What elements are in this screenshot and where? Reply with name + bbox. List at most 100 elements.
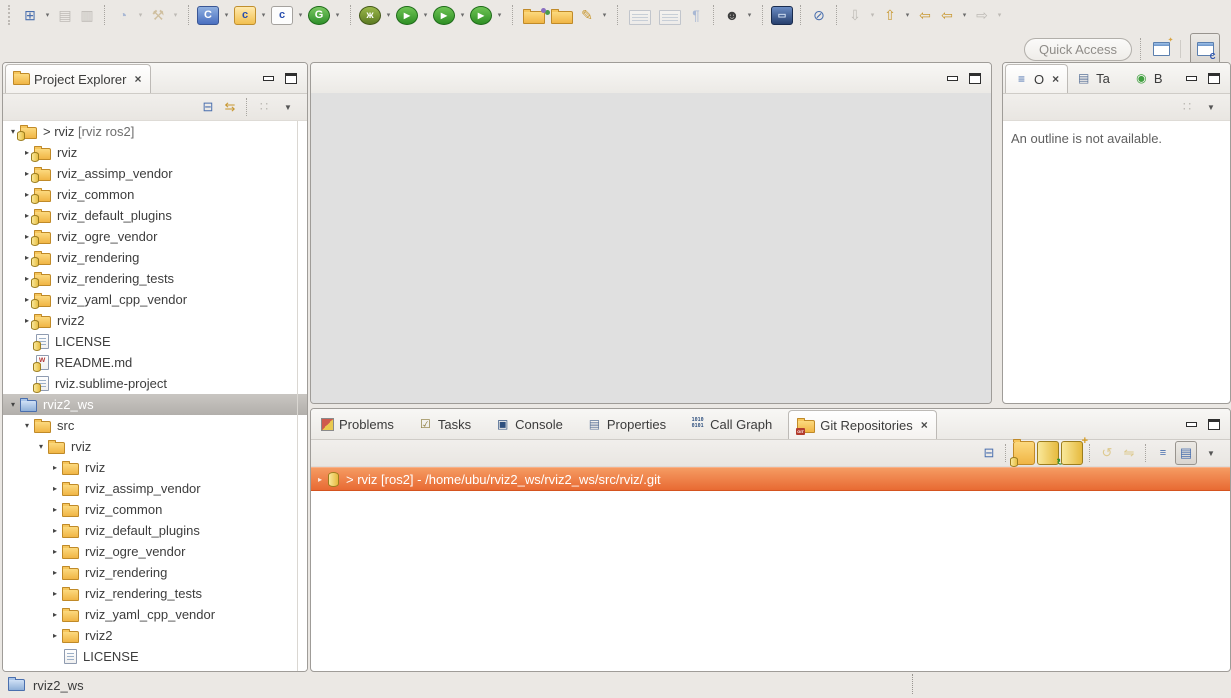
forward-icon[interactable]: ⇨ <box>972 3 992 27</box>
maximize-icon[interactable] <box>1208 73 1220 84</box>
maximize-icon[interactable] <box>285 73 297 84</box>
dropdown-arrow-icon[interactable]: ▾ <box>42 3 53 27</box>
terminal-icon[interactable]: ▭ <box>771 6 793 25</box>
tree-item[interactable]: LICENSE <box>3 646 307 667</box>
open-resource-icon[interactable] <box>551 11 573 24</box>
expander-icon[interactable]: ▸ <box>49 547 61 556</box>
debug-icon[interactable]: ж <box>359 6 381 25</box>
expander-icon[interactable]: ▸ <box>314 475 326 484</box>
next-annotation-icon[interactable]: ⇩ <box>845 3 865 27</box>
dropdown-arrow-icon[interactable]: ▾ <box>258 3 269 27</box>
tree-item[interactable]: ▸ rviz <box>3 142 307 163</box>
tab-breakpoints[interactable]: ◉ B <box>1126 63 1179 93</box>
open-type-icon[interactable] <box>523 11 545 24</box>
view-menu-icon[interactable]: ▼ <box>1199 442 1223 464</box>
tree-item-rviz2-ws[interactable]: ▾ rviz2_ws <box>3 394 307 415</box>
tree-item[interactable]: rviz.sublime-project <box>3 373 307 394</box>
tree-item[interactable]: ▸ rviz <box>3 457 307 478</box>
tree-item[interactable]: ▾ rviz <box>3 436 307 457</box>
tree-item[interactable]: ▾ src <box>3 415 307 436</box>
view-menu-icon[interactable]: ▼ <box>276 96 300 118</box>
scrollbar-track[interactable] <box>297 121 307 672</box>
tree-item[interactable]: ▸ rviz_rendering <box>3 247 307 268</box>
expander-icon[interactable]: ▸ <box>49 526 61 535</box>
dropdown-arrow-icon[interactable]: ▾ <box>170 3 181 27</box>
expander-icon[interactable]: ▸ <box>49 631 61 640</box>
tab-git-repositories[interactable]: Git Repositories × <box>788 410 937 439</box>
maximize-icon[interactable] <box>1208 419 1220 430</box>
dropdown-arrow-icon[interactable]: ▾ <box>902 3 913 27</box>
new-cpp-source-folder-icon[interactable]: c <box>234 6 256 25</box>
quick-access-button[interactable]: Quick Access <box>1024 38 1132 61</box>
dropdown-arrow-icon[interactable]: ▾ <box>420 3 431 27</box>
run-configurations-icon[interactable]: ▶ <box>433 6 455 25</box>
fetch-icon[interactable]: ↺ <box>1097 442 1117 464</box>
tree-item[interactable]: ▸ rviz_default_plugins <box>3 520 307 541</box>
dropdown-arrow-icon[interactable]: ▾ <box>599 3 610 27</box>
tree-item[interactable]: ▸ rviz_yaml_cpp_vendor <box>3 604 307 625</box>
minimize-icon[interactable] <box>1186 420 1196 429</box>
tab-problems[interactable]: Problems <box>313 409 410 439</box>
tab-call-graph[interactable]: 1010 0101 Call Graph <box>682 409 788 439</box>
view-menu-icon[interactable]: ▼ <box>1199 96 1223 118</box>
build-all-icon[interactable]: ⚒ <box>148 3 168 27</box>
expander-icon[interactable]: ▾ <box>21 421 33 430</box>
expander-icon[interactable]: ▸ <box>49 589 61 598</box>
tree-item[interactable]: ▸ rviz2 <box>3 625 307 646</box>
new-wizard-icon[interactable]: ⊞ <box>20 3 40 27</box>
dropdown-arrow-icon[interactable]: ▾ <box>295 3 306 27</box>
git-repository-row[interactable]: ▸ > rviz [ros2] - /home/ubu/rviz2_ws/rvi… <box>311 467 1230 491</box>
tree-item[interactable]: ▸ rviz_rendering_tests <box>3 268 307 289</box>
tab-tasks[interactable]: ☑ Tasks <box>410 409 487 439</box>
collapse-all-icon[interactable]: ⊟ <box>979 442 999 464</box>
tree-item[interactable]: ▸ rviz2 <box>3 310 307 331</box>
new-cpp-class-icon[interactable]: C <box>197 6 219 25</box>
cpp-perspective-button[interactable] <box>1190 33 1220 65</box>
last-edit-location-icon[interactable]: ⇦ <box>915 3 935 27</box>
add-repository-icon[interactable] <box>1013 441 1035 465</box>
dropdown-arrow-icon[interactable]: ▾ <box>959 3 970 27</box>
expander-icon[interactable]: ▾ <box>7 400 19 409</box>
user-account-icon[interactable]: ☻ <box>722 3 742 27</box>
minimize-icon[interactable] <box>947 74 957 83</box>
expander-icon[interactable]: ▾ <box>35 442 47 451</box>
tree-item[interactable]: LICENSE <box>3 331 307 352</box>
new-c-source-file-icon[interactable]: c <box>271 6 293 25</box>
open-perspective-button[interactable] <box>1151 37 1171 61</box>
tree-item[interactable]: README.md <box>3 352 307 373</box>
tab-task-list[interactable]: ▤ Ta <box>1068 63 1126 93</box>
tab-outline[interactable]: ≡ O × <box>1005 64 1068 93</box>
tab-properties[interactable]: ▤ Properties <box>579 409 682 439</box>
expander-icon[interactable]: ▸ <box>49 463 61 472</box>
search-icon[interactable]: ✎ <box>577 3 597 27</box>
dropdown-arrow-icon[interactable]: ▾ <box>994 3 1005 27</box>
tab-project-explorer[interactable]: Project Explorer × <box>5 64 151 93</box>
close-icon[interactable]: × <box>921 418 928 432</box>
tree-item[interactable]: ▸ rviz_default_plugins <box>3 205 307 226</box>
tree-item[interactable]: ▸ rviz_ogre_vendor <box>3 226 307 247</box>
collapse-all-icon[interactable]: ⊟ <box>198 96 218 118</box>
previous-annotation-icon[interactable]: ⇧ <box>880 3 900 27</box>
link-with-editor-icon[interactable]: ⇆ <box>220 96 240 118</box>
tree-item[interactable]: ▸ rviz_rendering <box>3 562 307 583</box>
dropdown-arrow-icon[interactable]: ▾ <box>383 3 394 27</box>
maximize-icon[interactable] <box>969 73 981 84</box>
tab-console[interactable]: ▣ Console <box>487 409 579 439</box>
tree-item[interactable]: ▸ rviz_assimp_vendor <box>3 163 307 184</box>
clone-repository-icon[interactable] <box>1037 441 1059 465</box>
tree-item[interactable]: ▸ rviz_common <box>3 499 307 520</box>
close-icon[interactable]: × <box>134 72 141 86</box>
tree-item-rviz-project[interactable]: ▾ > rviz [rviz ros2] <box>3 121 307 142</box>
external-tools-icon[interactable]: ▶ <box>470 6 492 25</box>
dropdown-arrow-icon[interactable]: ▾ <box>744 3 755 27</box>
expander-icon[interactable]: ▸ <box>49 484 61 493</box>
editor-empty-area[interactable] <box>311 93 991 403</box>
tree-item[interactable]: ▸ rviz_rendering_tests <box>3 583 307 604</box>
link-with-selection-icon[interactable]: ▤ <box>1175 441 1197 465</box>
dropdown-arrow-icon[interactable]: ▾ <box>494 3 505 27</box>
minimize-icon[interactable] <box>263 74 273 83</box>
expander-icon[interactable]: ▸ <box>49 505 61 514</box>
tree-item[interactable]: ▸ rviz_common <box>3 184 307 205</box>
hierarchy-view-icon[interactable]: ≡ <box>1153 442 1173 464</box>
tree-item[interactable]: ▸ rviz_assimp_vendor <box>3 478 307 499</box>
